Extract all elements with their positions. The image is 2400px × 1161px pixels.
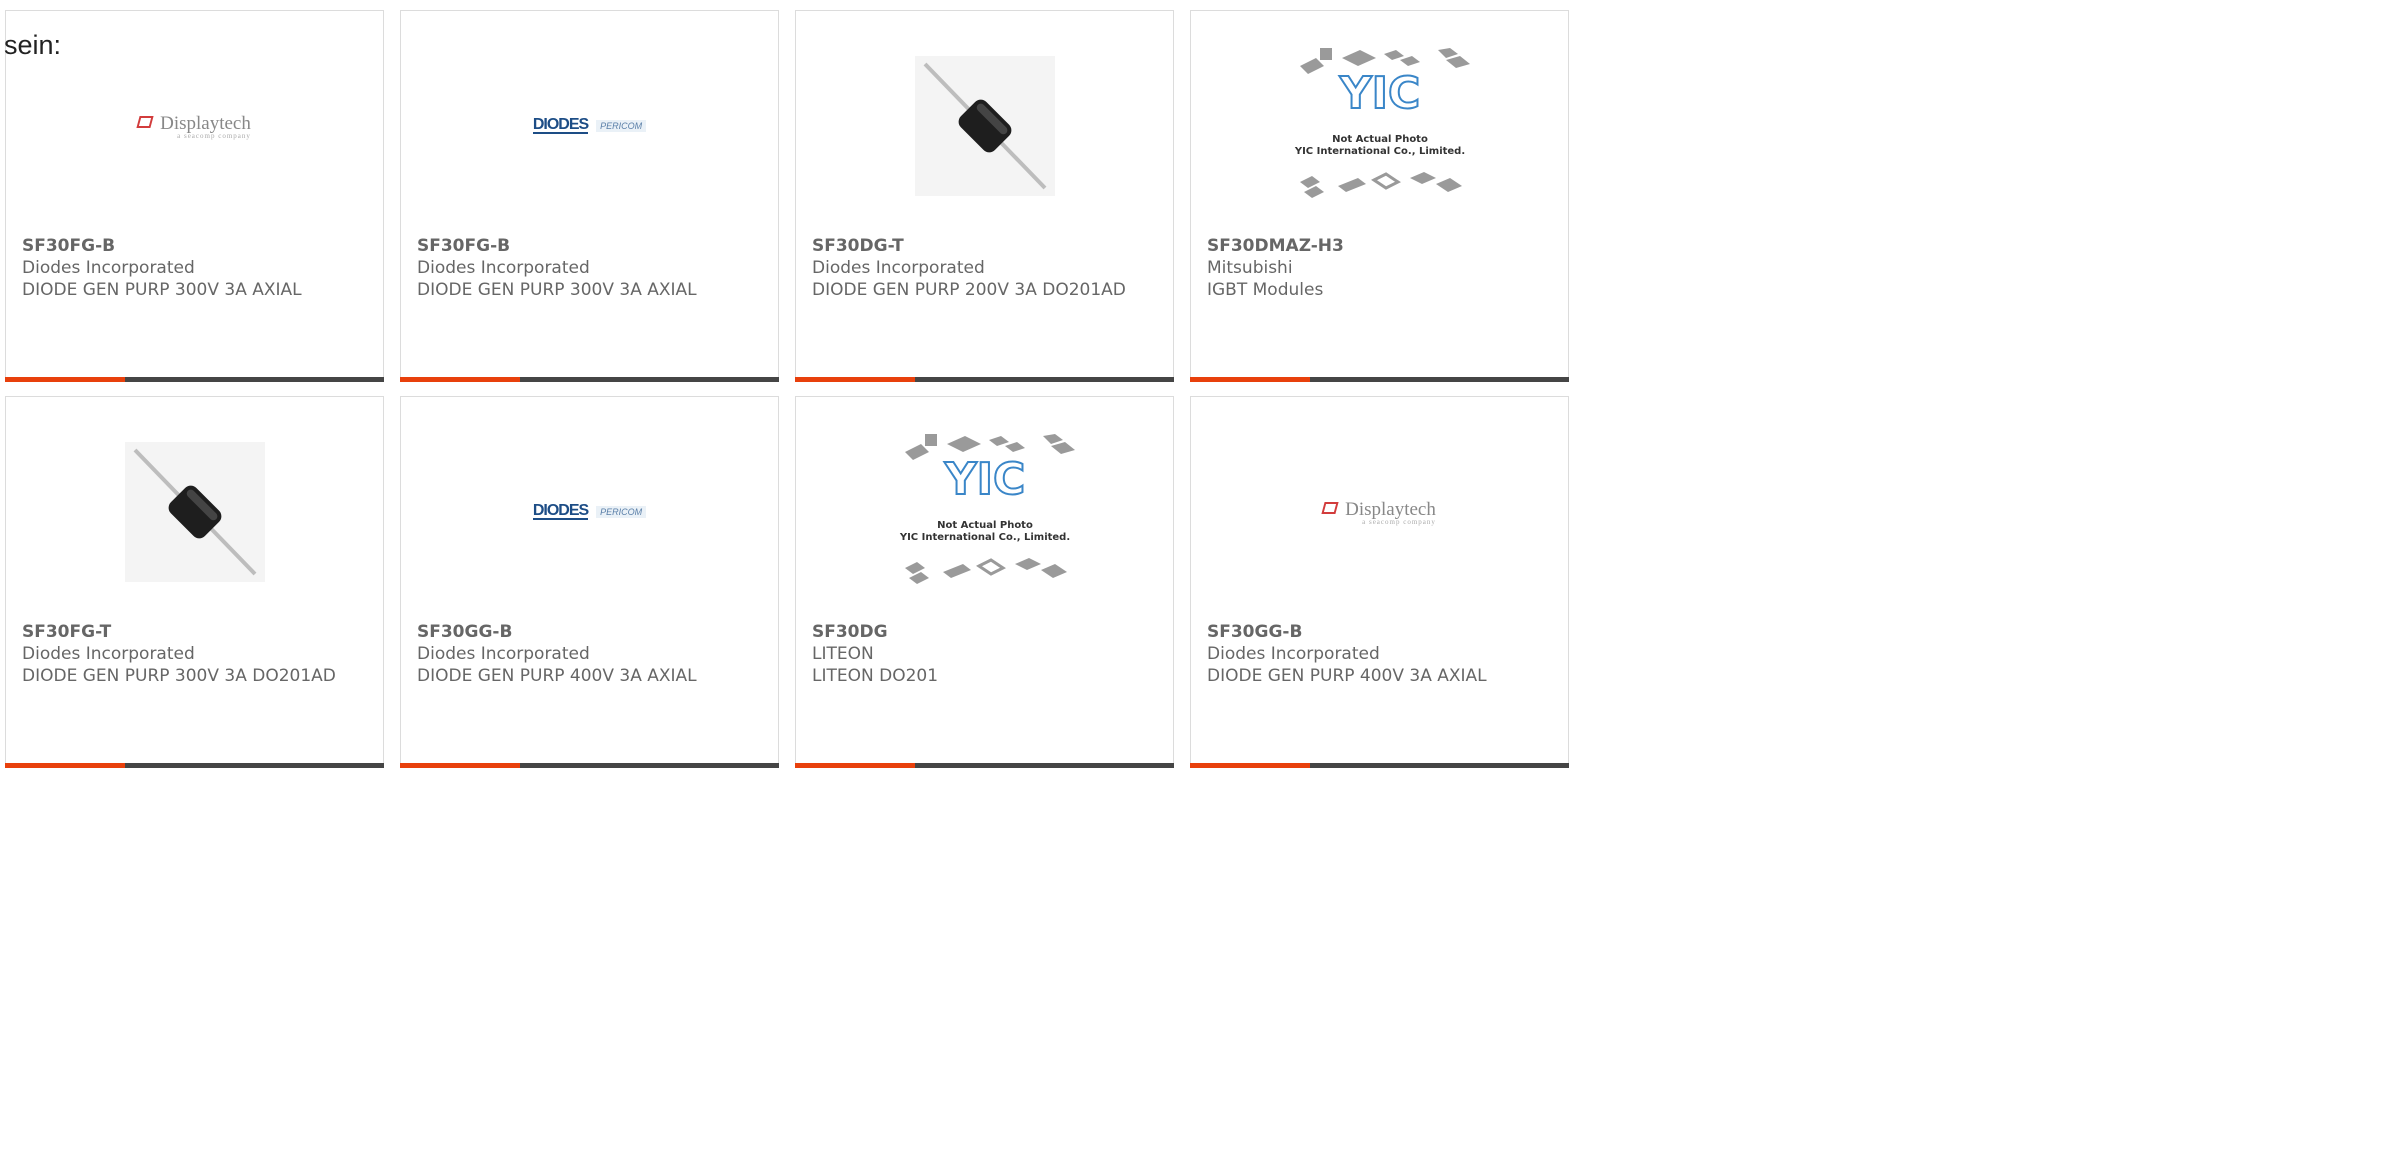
card-footer-bar (1190, 377, 1569, 382)
product-card[interactable]: SF30DG-T Diodes Incorporated DIODE GEN P… (795, 10, 1174, 382)
card-accent-bar (1190, 377, 1310, 382)
yic-line2: YIC International Co., Limited. (1293, 146, 1464, 157)
card-accent-bar (1190, 763, 1310, 768)
displaytech-logo: Displaytech a seacomp company (1321, 498, 1436, 526)
product-description: DIODE GEN PURP 400V 3A AXIAL (1207, 666, 1487, 686)
product-part-number[interactable]: SF30DMAZ-H3 (1207, 235, 1556, 257)
product-image[interactable]: DIODES PERICOM (401, 51, 778, 201)
product-description: DIODE GEN PURP 300V 3A DO201AD (22, 666, 336, 686)
product-part-number[interactable]: SF30GG-B (1207, 621, 1556, 643)
yic-mark: YIC (943, 454, 1025, 505)
product-manufacturer: Diodes Incorporated (417, 258, 590, 278)
product-grid-page: sein: Displaytech a seacomp company SF30… (0, 0, 1569, 768)
product-meta: SF30GG-B Diodes Incorporated DIODE GEN P… (417, 621, 766, 687)
product-meta: SF30DG-T Diodes Incorporated DIODE GEN P… (812, 235, 1161, 301)
yic-line1: Not Actual Photo (937, 520, 1033, 531)
displaytech-name: Displaytech (160, 112, 251, 134)
product-card[interactable]: Displaytech a seacomp company SF30FG-B D… (5, 10, 384, 382)
product-manufacturer: Diodes Incorporated (22, 644, 195, 664)
product-part-number[interactable]: SF30GG-B (417, 621, 766, 643)
product-description: IGBT Modules (1207, 280, 1324, 300)
product-manufacturer: Mitsubishi (1207, 258, 1293, 278)
pericom-name: PERICOM (596, 120, 647, 132)
product-grid: Displaytech a seacomp company SF30FG-B D… (5, 10, 1605, 768)
card-footer-bar (5, 763, 384, 768)
card-accent-bar (5, 763, 125, 768)
product-image[interactable]: DIODES PERICOM (401, 437, 778, 587)
product-meta: SF30FG-B Diodes Incorporated DIODE GEN P… (22, 235, 371, 301)
product-card[interactable]: DIODES PERICOM SF30FG-B Diodes Incorpora… (400, 10, 779, 382)
product-card[interactable]: DIODES PERICOM SF30GG-B Diodes Incorpora… (400, 396, 779, 768)
yic-line2: YIC International Co., Limited. (898, 532, 1069, 543)
product-manufacturer: LITEON (812, 644, 874, 664)
product-image[interactable]: Displaytech a seacomp company (6, 51, 383, 201)
product-meta: SF30FG-T Diodes Incorporated DIODE GEN P… (22, 621, 371, 687)
product-part-number[interactable]: SF30FG-B (417, 235, 766, 257)
yic-placeholder-icon: YIC Not Actual Photo YIC International C… (1293, 48, 1470, 198)
product-image[interactable] (796, 51, 1173, 201)
axial-diode-icon (124, 442, 265, 582)
diodes-logo: DIODES PERICOM (532, 116, 647, 134)
product-manufacturer: Diodes Incorporated (1207, 644, 1380, 664)
yic-mark: YIC (1338, 68, 1420, 119)
product-image[interactable]: YIC Not Actual Photo YIC International C… (1191, 48, 1568, 201)
diodes-name: DIODES (532, 116, 589, 134)
product-card[interactable]: SF30FG-T Diodes Incorporated DIODE GEN P… (5, 396, 384, 768)
card-accent-bar (5, 377, 125, 382)
product-part-number[interactable]: SF30FG-T (22, 621, 371, 643)
card-footer-bar (795, 377, 1174, 382)
card-footer-bar (5, 377, 384, 382)
lead-text: sein: (4, 30, 62, 60)
product-part-number[interactable]: SF30FG-B (22, 235, 371, 257)
product-description: DIODE GEN PURP 200V 3A DO201AD (812, 280, 1126, 300)
product-description: LITEON DO201 (812, 666, 939, 686)
card-accent-bar (400, 763, 520, 768)
yic-placeholder-icon: YIC Not Actual Photo YIC International C… (898, 434, 1075, 584)
product-meta: SF30GG-B Diodes Incorporated DIODE GEN P… (1207, 621, 1556, 687)
product-meta: SF30DG LITEON LITEON DO201 (812, 621, 1161, 687)
product-part-number[interactable]: SF30DG (812, 621, 1161, 643)
yic-line1: Not Actual Photo (1332, 134, 1428, 145)
displaytech-mark-icon (1321, 501, 1339, 514)
card-accent-bar (795, 377, 915, 382)
product-description: DIODE GEN PURP 300V 3A AXIAL (417, 280, 697, 300)
diodes-name: DIODES (532, 502, 589, 520)
product-meta: SF30FG-B Diodes Incorporated DIODE GEN P… (417, 235, 766, 301)
displaytech-logo: Displaytech a seacomp company (136, 112, 251, 140)
diodes-logo: DIODES PERICOM (532, 502, 647, 520)
product-image[interactable] (6, 437, 383, 587)
card-accent-bar (795, 763, 915, 768)
product-part-number[interactable]: SF30DG-T (812, 235, 1161, 257)
displaytech-mark-icon (136, 115, 154, 128)
product-card[interactable]: Displaytech a seacomp company SF30GG-B D… (1190, 396, 1569, 768)
product-manufacturer: Diodes Incorporated (812, 258, 985, 278)
product-manufacturer: Diodes Incorporated (417, 644, 590, 664)
product-image[interactable]: YIC Not Actual Photo YIC International C… (796, 434, 1173, 587)
axial-diode-icon (914, 56, 1055, 196)
product-card[interactable]: YIC Not Actual Photo YIC International C… (795, 396, 1174, 768)
displaytech-name: Displaytech (1345, 498, 1436, 520)
card-footer-bar (795, 763, 1174, 768)
product-description: DIODE GEN PURP 400V 3A AXIAL (417, 666, 697, 686)
product-description: DIODE GEN PURP 300V 3A AXIAL (22, 280, 302, 300)
product-manufacturer: Diodes Incorporated (22, 258, 195, 278)
card-accent-bar (400, 377, 520, 382)
pericom-name: PERICOM (596, 506, 647, 518)
product-image[interactable]: Displaytech a seacomp company (1191, 437, 1568, 587)
card-footer-bar (1190, 763, 1569, 768)
card-footer-bar (400, 377, 779, 382)
product-card[interactable]: YIC Not Actual Photo YIC International C… (1190, 10, 1569, 382)
card-footer-bar (400, 763, 779, 768)
product-meta: SF30DMAZ-H3 Mitsubishi IGBT Modules (1207, 235, 1556, 301)
